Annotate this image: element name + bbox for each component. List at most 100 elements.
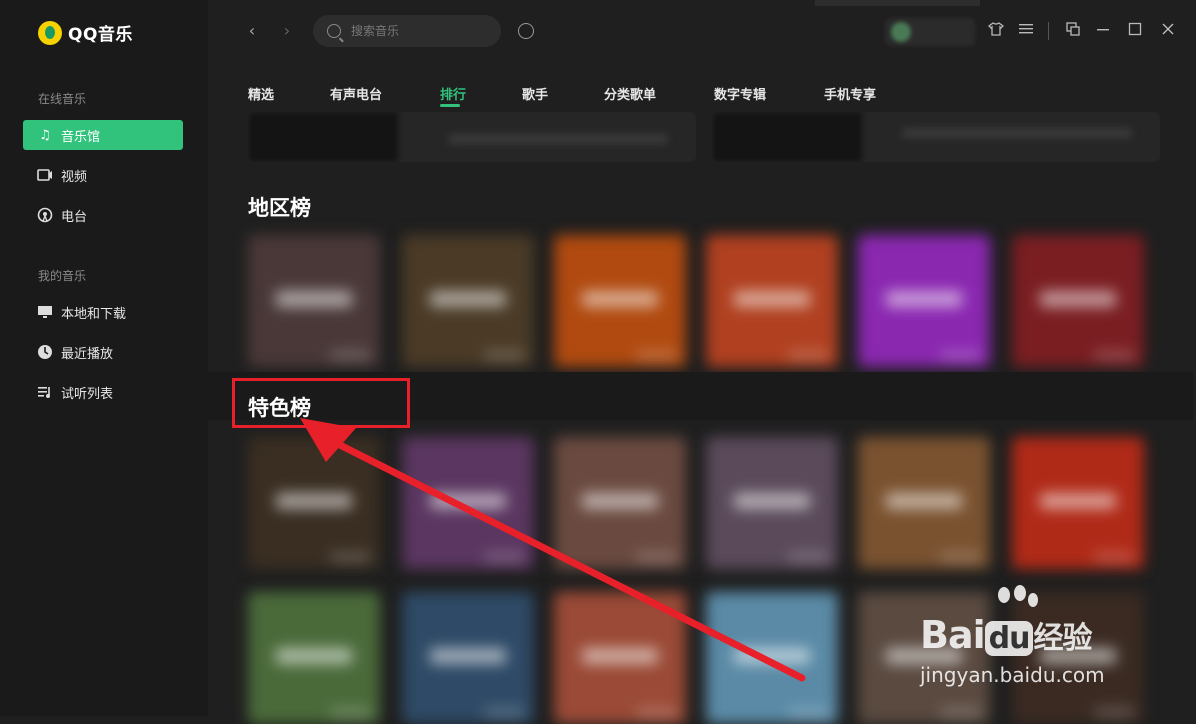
radio-icon: [37, 207, 53, 223]
card-label-blurred: [430, 291, 506, 307]
maximize-icon[interactable]: [1126, 22, 1144, 40]
tab-mobile-exclusive[interactable]: 手机专享: [824, 84, 876, 103]
card-label-blurred: [582, 493, 658, 509]
playlist-icon: [37, 384, 53, 400]
card-label-blurred: [886, 291, 962, 307]
card-label-blurred: [734, 648, 810, 664]
search-box[interactable]: [313, 15, 501, 47]
card-sub-blurred: [788, 351, 828, 359]
sidebar-item-video[interactable]: 视频: [23, 160, 183, 190]
title-bar-divider: [1048, 22, 1049, 40]
card-label-blurred: [276, 493, 352, 509]
card-text-blurred: [448, 134, 668, 144]
voice-search-icon[interactable]: [518, 23, 534, 39]
card-label-blurred: [430, 648, 506, 664]
tab-featured[interactable]: 精选: [248, 84, 274, 103]
menu-icon[interactable]: [1017, 22, 1035, 40]
chart-card[interactable]: [1012, 437, 1144, 569]
skin-shirt-icon[interactable]: [987, 22, 1005, 40]
card-label-blurred: [430, 493, 506, 509]
sidebar-item-music-hall[interactable]: ♫ 音乐馆: [23, 120, 183, 150]
chart-card[interactable]: [706, 235, 838, 367]
card-label-blurred: [1040, 493, 1116, 509]
monitor-icon: [37, 304, 53, 320]
sidebar-item-playlist[interactable]: 试听列表: [23, 377, 183, 407]
card-label-blurred: [276, 648, 352, 664]
card-sub-blurred: [940, 708, 980, 716]
chart-card[interactable]: [858, 235, 990, 367]
chart-card[interactable]: [706, 437, 838, 569]
chart-card[interactable]: [858, 437, 990, 569]
card-sub-blurred: [636, 553, 676, 561]
chart-card[interactable]: [554, 437, 686, 569]
chart-card[interactable]: [402, 235, 534, 367]
sidebar-item-radio[interactable]: 电台: [23, 200, 183, 230]
app-name: QQ音乐: [68, 25, 133, 45]
close-icon[interactable]: [1159, 22, 1177, 40]
tab-digital-albums[interactable]: 数字专辑: [714, 84, 766, 103]
section-title-my-music: 我的音乐: [38, 269, 87, 283]
baidu-jingyan-watermark: Bai du 经验 jingyan.baidu.com: [920, 585, 1140, 687]
chart-card[interactable]: [402, 437, 534, 569]
card-sub-blurred: [330, 351, 370, 359]
tab-charts-label: 排行: [440, 88, 467, 103]
watermark-brand: Bai du 经验: [920, 613, 1092, 657]
tab-singers[interactable]: 歌手: [522, 84, 548, 103]
tab-category-playlists[interactable]: 分类歌单: [604, 84, 656, 103]
watermark-url: jingyan.baidu.com: [920, 663, 1105, 687]
card-sub-blurred: [1094, 708, 1134, 716]
tab-charts[interactable]: 排行: [440, 84, 467, 107]
sidebar-item-label: 视频: [61, 169, 88, 185]
active-tab-indicator: [440, 104, 460, 107]
music-note-icon: ♫: [39, 127, 51, 143]
card-sub-blurred: [940, 553, 980, 561]
card-label-blurred: [276, 291, 352, 307]
blurred-strip: [815, 0, 980, 6]
forward-arrow-icon[interactable]: ›: [278, 22, 296, 40]
back-arrow-icon[interactable]: ‹: [243, 22, 261, 40]
card-label-blurred: [734, 493, 810, 509]
card-label-blurred: [582, 291, 658, 307]
card-sub-blurred: [636, 708, 676, 716]
chart-card[interactable]: [248, 437, 380, 569]
sidebar-item-label: 试听列表: [61, 386, 114, 402]
chart-card[interactable]: [1012, 235, 1144, 367]
card-sub-blurred: [788, 708, 828, 716]
sidebar: QQ音乐 在线音乐 ♫ 音乐馆 视频 电台 我的音乐 本地和下载 最近播放 试听…: [0, 0, 208, 716]
section-title-region-charts: 地区榜: [248, 196, 311, 220]
card-sub-blurred: [484, 553, 524, 561]
chart-card[interactable]: [706, 592, 838, 724]
top-chart-card[interactable]: [712, 112, 1160, 162]
card-text-blurred: [902, 128, 1132, 138]
tab-audio-radio[interactable]: 有声电台: [330, 84, 382, 103]
sidebar-item-label: 音乐馆: [61, 129, 101, 145]
top-chart-card[interactable]: [248, 112, 696, 162]
search-input[interactable]: [349, 23, 493, 39]
sidebar-item-label: 电台: [61, 209, 88, 225]
card-sub-blurred: [1094, 553, 1134, 561]
mini-mode-icon[interactable]: [1064, 22, 1082, 40]
app-logo[interactable]: QQ音乐: [38, 20, 133, 45]
card-label-blurred: [734, 291, 810, 307]
sidebar-item-local-download[interactable]: 本地和下载: [23, 297, 183, 327]
card-label-blurred: [582, 648, 658, 664]
video-icon: [37, 167, 53, 183]
user-account-blurred[interactable]: [885, 18, 975, 46]
top-bar: ‹ ›: [208, 0, 1196, 64]
sidebar-item-label: 最近播放: [61, 346, 114, 362]
chart-card[interactable]: [554, 235, 686, 367]
chart-card[interactable]: [248, 592, 380, 724]
chart-card[interactable]: [554, 592, 686, 724]
section-title-online-music: 在线音乐: [38, 92, 87, 106]
minimize-icon[interactable]: [1094, 22, 1112, 40]
chart-card[interactable]: [402, 592, 534, 724]
card-cover: [712, 112, 862, 162]
card-sub-blurred: [484, 351, 524, 359]
annotation-highlight-box: [232, 378, 410, 428]
card-sub-blurred: [330, 553, 370, 561]
sidebar-item-recent-play[interactable]: 最近播放: [23, 337, 183, 367]
sidebar-item-label: 本地和下载: [61, 306, 127, 322]
chart-card[interactable]: [248, 235, 380, 367]
paw-icon: [1028, 593, 1038, 607]
paw-icon: [998, 587, 1010, 603]
